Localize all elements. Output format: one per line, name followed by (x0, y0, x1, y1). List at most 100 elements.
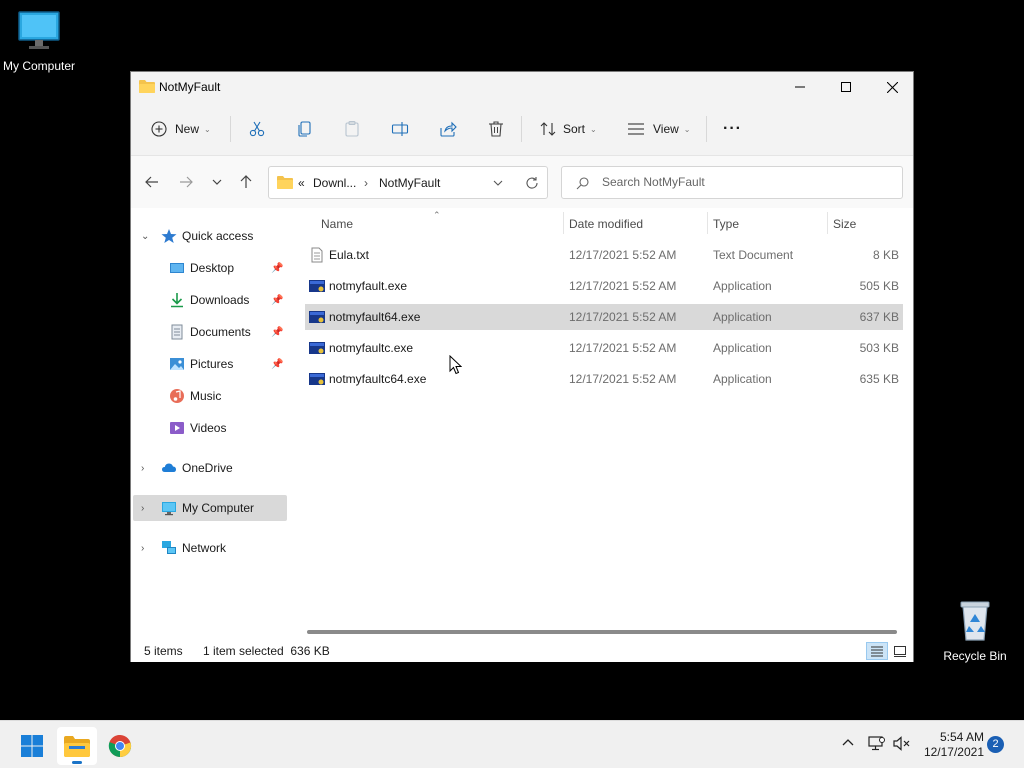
horizontal-scrollbar[interactable] (307, 630, 897, 634)
clock-date: 12/17/2021 (923, 745, 984, 759)
monitor-icon (162, 502, 176, 516)
clock[interactable]: 5:54 AM 12/17/2021 (916, 730, 984, 760)
volume-button[interactable] (893, 736, 911, 754)
taskbar-file-explorer[interactable] (57, 727, 97, 765)
recycle-bin-icon (960, 601, 990, 641)
large-icons-view-button[interactable] (889, 642, 911, 660)
maximize-button[interactable] (823, 72, 869, 102)
sidebar-item-pictures[interactable]: Pictures 📌 (133, 351, 287, 377)
sidebar-item-quick-access[interactable]: ⌄ Quick access (133, 223, 287, 249)
breadcrumb-item-notmyfault[interactable]: NotMyFault (379, 176, 440, 190)
close-icon (886, 81, 898, 93)
file-size: 8 KB (872, 248, 899, 262)
desktop-icon-label: My Computer (2, 59, 76, 73)
sidebar-item-music[interactable]: Music (133, 383, 287, 409)
sidebar-item-videos[interactable]: Videos (133, 415, 287, 441)
file-date: 12/17/2021 5:52 AM (569, 248, 677, 262)
file-row-notmyfaultc[interactable]: notmyfaultc.exe 12/17/2021 5:52 AM Appli… (305, 335, 903, 361)
desktop-icon-my-computer[interactable]: My Computer (0, 10, 79, 73)
file-row-notmyfault64[interactable]: notmyfault64.exe 12/17/2021 5:52 AM Appl… (305, 304, 903, 330)
sidebar-item-downloads[interactable]: Downloads 📌 (133, 287, 287, 313)
arrow-left-icon (145, 176, 158, 188)
chevron-down-icon[interactable] (493, 180, 503, 186)
sidebar-item-onedrive[interactable]: › OneDrive (133, 455, 287, 481)
breadcrumb-overflow[interactable]: « (298, 176, 305, 190)
paste-button[interactable] (343, 114, 361, 144)
sidebar-item-label: Music (190, 389, 222, 403)
sidebar-item-label: OneDrive (182, 461, 233, 475)
chevron-right-icon[interactable]: › (141, 543, 144, 554)
star-icon (161, 229, 177, 243)
share-icon (440, 121, 457, 137)
sort-button[interactable]: Sort ⌄ (539, 114, 597, 144)
minimize-button[interactable] (777, 72, 823, 102)
column-divider[interactable] (827, 212, 828, 234)
window-title: NotMyFault (159, 80, 221, 94)
file-date: 12/17/2021 5:52 AM (569, 279, 677, 293)
view-label: View (653, 122, 679, 136)
file-row-eula[interactable]: Eula.txt 12/17/2021 5:52 AM Text Documen… (305, 242, 903, 268)
breadcrumb-separator: › (364, 176, 368, 190)
column-header-type[interactable]: Type (713, 217, 739, 231)
application-icon (309, 280, 325, 292)
column-header-size[interactable]: Size (833, 217, 856, 231)
chevron-right-icon[interactable]: › (141, 503, 144, 514)
monitor-icon (18, 11, 60, 49)
delete-button[interactable] (487, 114, 505, 144)
network-status-button[interactable] (868, 736, 885, 754)
cut-button[interactable] (248, 114, 266, 144)
details-view-button[interactable] (866, 642, 888, 660)
column-header-name[interactable]: Name (321, 217, 353, 231)
forward-button[interactable] (174, 170, 198, 194)
desktop-icon-recycle-bin[interactable]: Recycle Bin (935, 598, 1015, 663)
tiles-view-icon (894, 645, 906, 657)
close-button[interactable] (869, 72, 915, 102)
pin-icon: 📌 (271, 326, 284, 338)
document-icon (171, 324, 183, 340)
file-name: Eula.txt (329, 248, 370, 262)
show-hidden-icons-button[interactable] (842, 735, 854, 749)
sidebar-item-label: Documents (190, 325, 251, 339)
navigation-pane: ⌄ Quick access Desktop 📌 Downloads 📌 Doc… (131, 208, 289, 631)
file-type: Application (713, 341, 772, 355)
up-button[interactable] (234, 170, 258, 194)
title-bar[interactable]: NotMyFault (131, 72, 913, 102)
address-bar[interactable]: « Downl... › NotMyFault (268, 166, 548, 199)
column-divider[interactable] (563, 212, 564, 234)
view-button[interactable]: View ⌄ (627, 114, 691, 144)
recent-locations-button[interactable] (205, 170, 229, 194)
taskbar-chrome[interactable] (100, 727, 140, 765)
file-row-notmyfault[interactable]: notmyfault.exe 12/17/2021 5:52 AM Applic… (305, 273, 903, 299)
sidebar-item-my-computer[interactable]: › My Computer (133, 495, 287, 521)
sidebar-item-network[interactable]: › Network (133, 535, 287, 561)
back-button[interactable] (140, 170, 164, 194)
file-size: 505 KB (859, 279, 899, 293)
file-date: 12/17/2021 5:52 AM (569, 372, 677, 386)
notification-badge[interactable]: 2 (987, 736, 1004, 753)
search-input[interactable] (602, 175, 892, 189)
chevron-down-icon[interactable]: ⌄ (141, 231, 149, 242)
more-options-button[interactable]: ··· (723, 114, 742, 144)
sidebar-item-documents[interactable]: Documents 📌 (133, 319, 287, 345)
sidebar-item-label: Network (182, 541, 227, 555)
column-header-date[interactable]: Date modified (569, 217, 643, 231)
sort-label: Sort (563, 122, 586, 136)
file-size: 637 KB (859, 310, 899, 324)
folder-icon (64, 736, 90, 757)
item-count: 5 items (144, 644, 183, 658)
column-divider[interactable] (707, 212, 708, 234)
chevron-right-icon[interactable]: › (141, 463, 144, 474)
paste-icon (345, 120, 359, 137)
file-row-notmyfaultc64[interactable]: notmyfaultc64.exe 12/17/2021 5:52 AM App… (305, 366, 903, 392)
rename-button[interactable] (391, 114, 409, 144)
refresh-icon[interactable] (525, 176, 539, 190)
breadcrumb-item-downloads[interactable]: Downl... (313, 176, 356, 190)
search-box[interactable] (561, 166, 903, 199)
new-button[interactable]: New ⌄ (151, 114, 211, 144)
copy-button[interactable] (296, 114, 314, 144)
start-button[interactable] (12, 727, 52, 765)
file-name: notmyfault64.exe (329, 310, 421, 324)
share-button[interactable] (439, 114, 457, 144)
desktop-icon-label: Recycle Bin (943, 649, 1007, 663)
sidebar-item-desktop[interactable]: Desktop 📌 (133, 255, 287, 281)
